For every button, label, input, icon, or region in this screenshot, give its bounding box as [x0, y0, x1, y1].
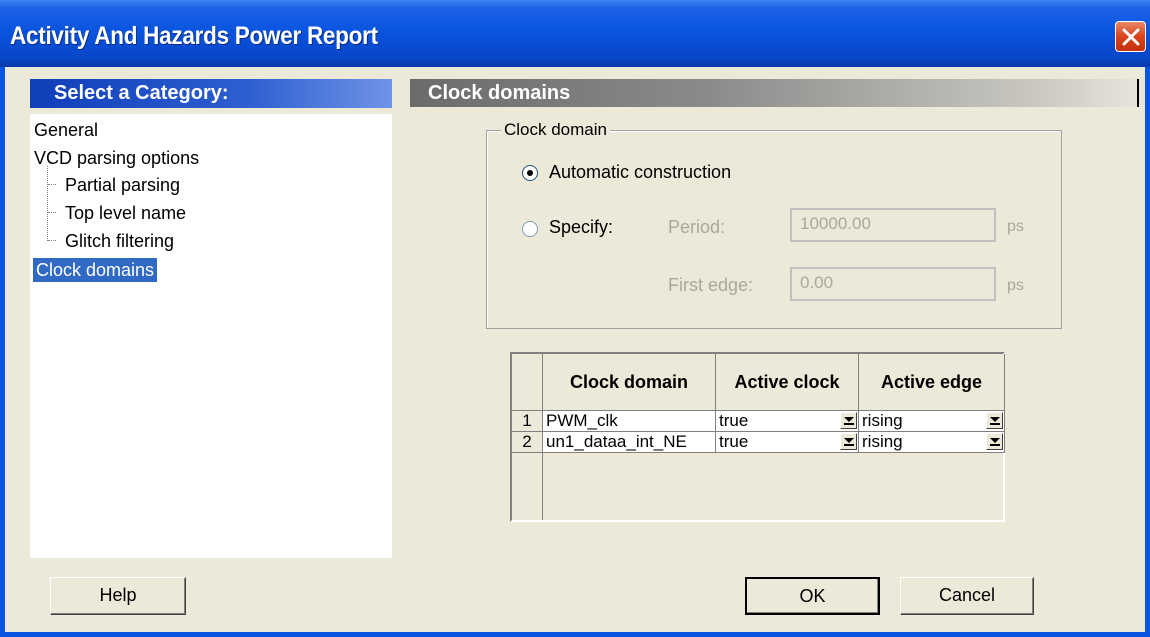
category-header: Select a Category:: [30, 79, 392, 108]
active-clock-combo[interactable]: true: [716, 432, 859, 453]
period-unit: ps: [1007, 218, 1024, 235]
category-tree[interactable]: General VCD parsing options Partial pars…: [30, 114, 392, 558]
tree-item-partial-parsing[interactable]: Partial parsing: [65, 173, 180, 197]
specify-label[interactable]: Specify:: [549, 217, 613, 238]
specify-radio[interactable]: [522, 221, 538, 237]
period-input[interactable]: 10000.00: [790, 208, 996, 242]
tree-item-glitch-filtering[interactable]: Glitch filtering: [65, 229, 174, 253]
header-active-clock[interactable]: Active clock: [716, 354, 859, 411]
window-title: Activity And Hazards Power Report: [10, 22, 378, 50]
cell-clock-domain[interactable]: un1_dataa_int_NE: [543, 432, 716, 453]
dialog-body: Select a Category: General VCD parsing o…: [5, 67, 1145, 632]
close-button[interactable]: [1115, 21, 1146, 52]
tree-item-vcd-parsing-options[interactable]: VCD parsing options: [34, 146, 199, 170]
section-title: Clock domains: [428, 82, 571, 104]
tree-item-top-level-name[interactable]: Top level name: [65, 201, 186, 225]
clock-domain-table[interactable]: Clock domain Active clock Active edge 1 …: [510, 352, 1005, 522]
active-edge-combo[interactable]: rising: [859, 411, 1005, 432]
table-corner-cell: [512, 354, 543, 411]
dialog-window: Activity And Hazards Power Report Select…: [0, 0, 1150, 637]
automatic-construction-radio[interactable]: [522, 165, 538, 181]
title-bar[interactable]: Activity And Hazards Power Report: [0, 0, 1150, 67]
combo-value: true: [719, 432, 749, 451]
header-edge: [1137, 79, 1139, 107]
groupbox-label: Clock domain: [501, 120, 610, 140]
active-edge-combo[interactable]: rising: [859, 432, 1005, 453]
dropdown-arrow-icon[interactable]: [986, 433, 1003, 450]
header-active-edge[interactable]: Active edge: [859, 354, 1005, 411]
automatic-construction-label[interactable]: Automatic construction: [549, 162, 731, 183]
first-edge-unit: ps: [1007, 277, 1024, 294]
period-label: Period:: [668, 217, 726, 237]
combo-value: rising: [862, 432, 903, 451]
combo-value: true: [719, 411, 749, 430]
cancel-button[interactable]: Cancel: [900, 577, 1034, 615]
cell-clock-domain[interactable]: PWM_clk: [543, 411, 716, 432]
tree-item-clock-domains[interactable]: Clock domains: [33, 258, 158, 282]
tree-connector: [48, 184, 56, 185]
ok-button[interactable]: OK: [745, 577, 880, 615]
tree-connector: [48, 212, 56, 213]
tree-item-general[interactable]: General: [34, 118, 98, 142]
close-icon: [1122, 28, 1140, 46]
section-header: Clock domains: [410, 79, 1145, 107]
header-clock-domain[interactable]: Clock domain: [543, 354, 716, 411]
dropdown-arrow-icon[interactable]: [986, 412, 1003, 429]
dropdown-arrow-icon[interactable]: [840, 433, 857, 450]
row-header-filler: [512, 453, 543, 520]
tree-connector: [48, 240, 56, 241]
help-button[interactable]: Help: [50, 577, 186, 615]
active-clock-combo[interactable]: true: [716, 411, 859, 432]
dropdown-arrow-icon[interactable]: [840, 412, 857, 429]
row-number: 1: [512, 411, 543, 432]
first-edge-label: First edge:: [668, 275, 754, 295]
tree-connector: [47, 166, 48, 241]
combo-value: rising: [862, 411, 903, 430]
first-edge-input[interactable]: 0.00: [790, 267, 996, 301]
radio-dot: [527, 170, 533, 176]
row-number: 2: [512, 432, 543, 453]
